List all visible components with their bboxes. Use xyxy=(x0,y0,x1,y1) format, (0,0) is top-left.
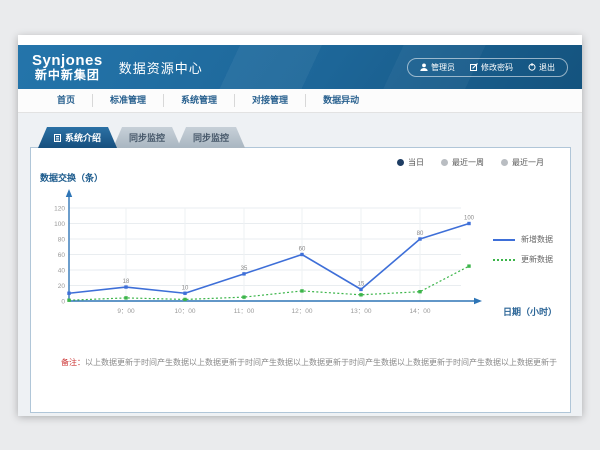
radio-dot-icon xyxy=(441,159,448,166)
footnote-text: 以上数据更新于时间产生数据以上数据更新于时间产生数据以上数据更新于时间产生数据以… xyxy=(85,358,557,367)
footnote: 备注：以上数据更新于时间产生数据以上数据更新于时间产生数据以上数据更新于时间产生… xyxy=(61,357,562,368)
tab-label: 同步监控 xyxy=(129,131,165,144)
svg-text:100: 100 xyxy=(54,221,65,228)
tab-sync-monitor-2[interactable]: 同步监控 xyxy=(177,127,245,148)
footnote-prefix: 备注： xyxy=(61,358,85,367)
logout-button[interactable]: 退出 xyxy=(528,62,555,73)
svg-text:11：00: 11：00 xyxy=(234,308,255,315)
range-option-last-week[interactable]: 最近一周 xyxy=(441,157,484,168)
radio-dot-icon xyxy=(501,159,508,166)
svg-text:20: 20 xyxy=(58,283,66,290)
tab-system-intro[interactable]: 系统介绍 xyxy=(38,127,117,148)
legend-line-solid-icon xyxy=(493,239,515,241)
svg-text:13：00: 13：00 xyxy=(351,308,372,315)
svg-text:15: 15 xyxy=(358,281,365,287)
radio-dot-icon xyxy=(397,159,404,166)
chart-title: 数据交换（条） xyxy=(40,171,103,184)
svg-text:12：00: 12：00 xyxy=(292,308,313,315)
nav-item-data-change[interactable]: 数据异动 xyxy=(305,94,376,107)
svg-text:80: 80 xyxy=(417,231,424,237)
admin-menu[interactable]: 管理员 xyxy=(420,62,455,73)
legend-label: 新增数据 xyxy=(521,234,553,245)
brand-logo-subtext: 新中新集团 xyxy=(32,69,103,82)
logout-label: 退出 xyxy=(539,62,555,73)
svg-text:9：00: 9：00 xyxy=(117,308,135,315)
admin-label: 管理员 xyxy=(431,62,455,73)
main-nav: 首页 标准管理 系统管理 对接管理 数据异动 xyxy=(18,89,582,113)
chart-panel: 当日 最近一周 最近一月 数据交换（条） 0 20 40 60 80 100 120 9：00… xyxy=(30,147,571,413)
content-area: 系统介绍 同步监控 同步监控 当日 最近一周 xyxy=(18,113,582,416)
svg-text:40: 40 xyxy=(58,267,66,274)
page-card: Synjones 新中新集团 数据资源中心 管理员 修改密码 xyxy=(18,35,582,415)
svg-text:60: 60 xyxy=(299,247,306,253)
brand-logo-text: Synjones xyxy=(32,53,103,69)
range-option-last-month[interactable]: 最近一月 xyxy=(501,157,544,168)
desktop: { "header": { "logo_text": "Synjones", "… xyxy=(0,0,600,450)
line-chart: 0 20 40 60 80 100 120 9：00 10：00 11：00 12：00 13：00 1… xyxy=(41,186,511,326)
svg-text:35: 35 xyxy=(241,266,248,272)
power-icon xyxy=(528,63,536,71)
chart-legend: 新增数据 更新数据 xyxy=(493,234,553,265)
nav-item-home[interactable]: 首页 xyxy=(40,94,92,107)
svg-text:80: 80 xyxy=(58,236,66,243)
edit-icon xyxy=(470,63,478,71)
legend-line-dotted-icon xyxy=(493,259,515,261)
range-option-today[interactable]: 当日 xyxy=(397,157,424,168)
document-icon xyxy=(54,134,61,142)
change-password-label: 修改密码 xyxy=(481,62,513,73)
user-controls: 管理员 修改密码 退出 xyxy=(407,58,568,77)
brand-logo: Synjones 新中新集团 xyxy=(32,53,103,81)
legend-label: 更新数据 xyxy=(521,254,553,265)
svg-text:10: 10 xyxy=(182,285,189,291)
svg-text:14：00: 14：00 xyxy=(410,308,431,315)
app-header: Synjones 新中新集团 数据资源中心 管理员 修改密码 xyxy=(18,45,582,89)
svg-text:120: 120 xyxy=(54,205,65,212)
app-title: 数据资源中心 xyxy=(119,58,203,77)
svg-text:100: 100 xyxy=(464,216,475,222)
change-password-button[interactable]: 修改密码 xyxy=(470,62,513,73)
svg-text:10：00: 10：00 xyxy=(175,308,196,315)
tab-label: 系统介绍 xyxy=(65,131,101,144)
nav-item-system-mgmt[interactable]: 系统管理 xyxy=(163,94,234,107)
range-option-label: 当日 xyxy=(408,157,424,168)
tab-bar: 系统介绍 同步监控 同步监控 xyxy=(38,127,245,148)
tab-sync-monitor-1[interactable]: 同步监控 xyxy=(113,127,181,148)
range-option-label: 最近一周 xyxy=(452,157,484,168)
tab-label: 同步监控 xyxy=(193,131,229,144)
x-axis-label: 日期（小时） xyxy=(503,305,557,318)
legend-item-new-data: 新增数据 xyxy=(493,234,553,245)
nav-item-standard-mgmt[interactable]: 标准管理 xyxy=(92,94,163,107)
svg-text:60: 60 xyxy=(58,252,66,259)
range-option-label: 最近一月 xyxy=(512,157,544,168)
svg-text:18: 18 xyxy=(123,279,130,285)
range-filter: 当日 最近一周 最近一月 xyxy=(397,157,544,168)
user-icon xyxy=(420,63,428,71)
svg-text:0: 0 xyxy=(61,298,65,305)
nav-item-interface-mgmt[interactable]: 对接管理 xyxy=(234,94,305,107)
legend-item-update-data: 更新数据 xyxy=(493,254,553,265)
